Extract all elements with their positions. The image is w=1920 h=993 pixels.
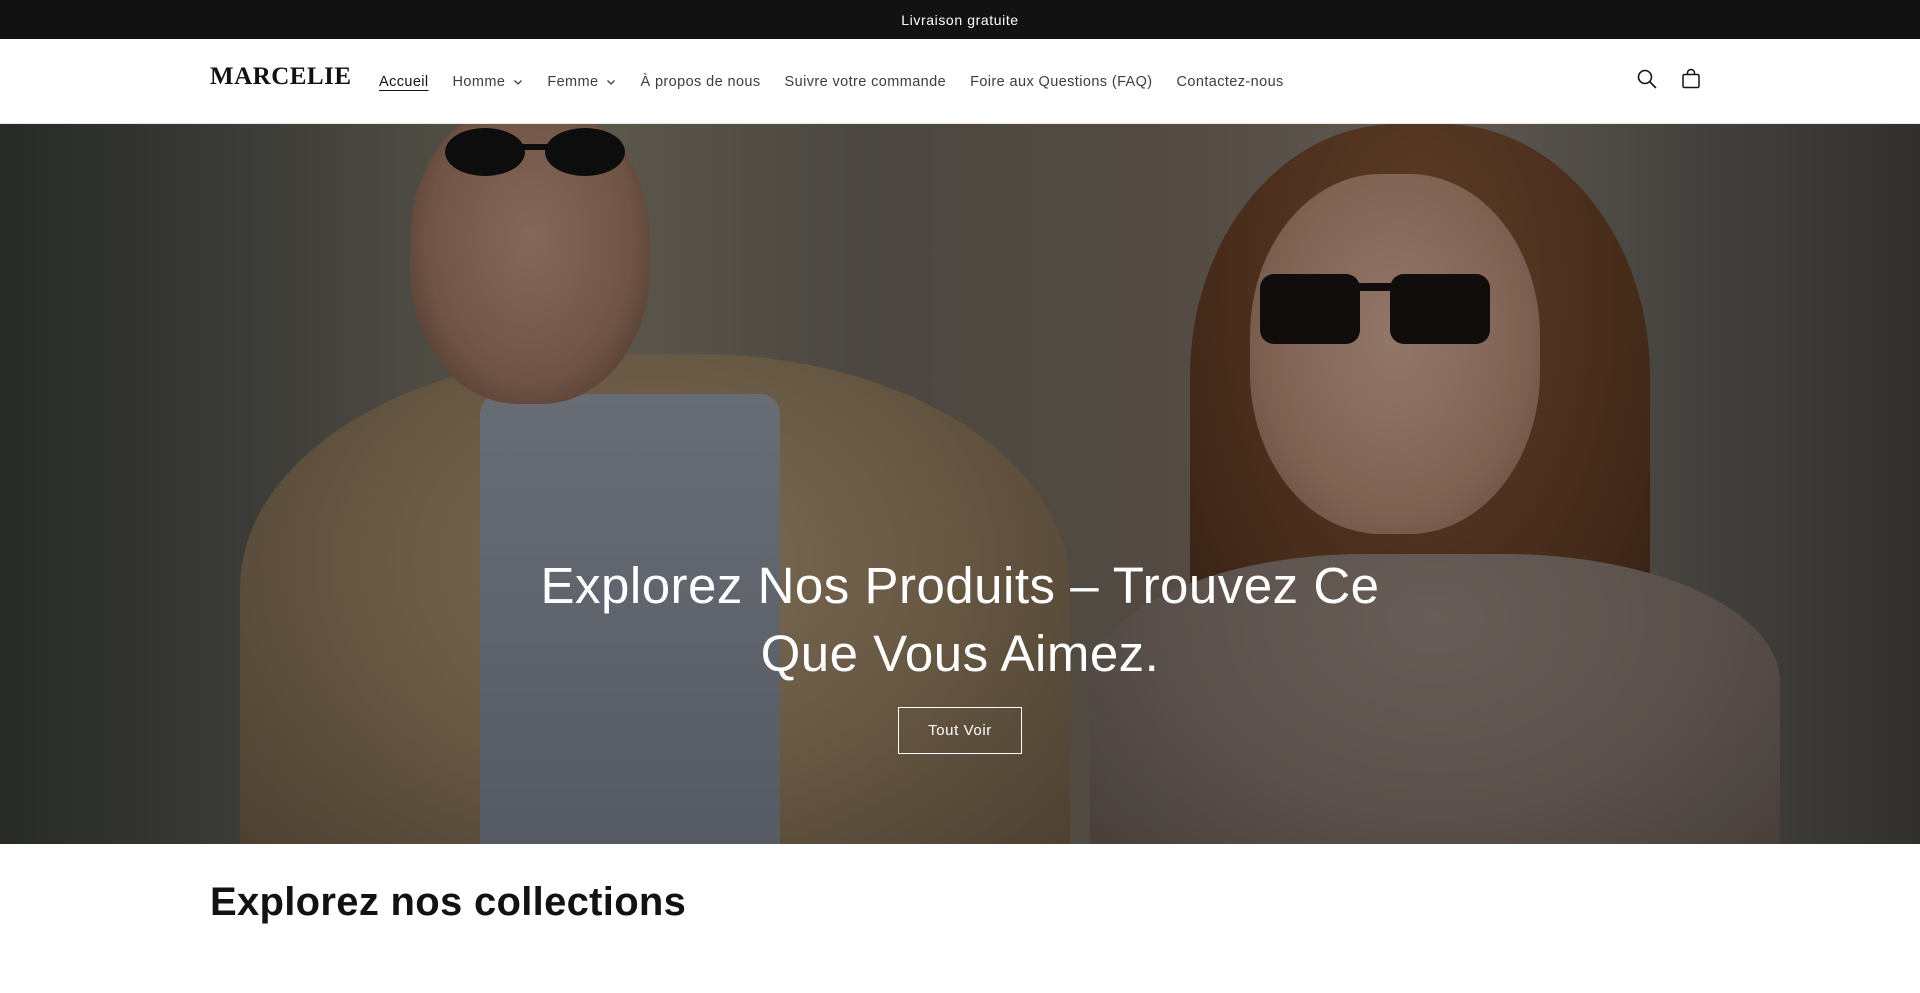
- nav-item-label: À propos de nous: [640, 73, 761, 90]
- nav-item-suivre-commande[interactable]: Suivre votre commande: [773, 74, 959, 90]
- site-header: MARCELIE Accueil Homme Femme À propos de…: [0, 39, 1920, 124]
- nav-item-accueil[interactable]: Accueil: [367, 74, 441, 90]
- nav-item-label: Suivre votre commande: [784, 73, 947, 90]
- search-icon: [1636, 68, 1658, 95]
- view-all-button[interactable]: Tout Voir: [898, 707, 1022, 754]
- cart-icon: [1680, 68, 1702, 95]
- nav-item-homme[interactable]: Homme: [441, 74, 536, 90]
- chevron-down-icon: [606, 77, 616, 87]
- cart-button[interactable]: [1669, 60, 1713, 104]
- nav-item-label: Contactez-nous: [1176, 73, 1284, 90]
- hero-banner: Explorez Nos Produits – Trouvez Ce Que V…: [0, 124, 1920, 844]
- nav-item-label: Homme: [452, 73, 506, 90]
- nav-item-faq[interactable]: Foire aux Questions (FAQ): [958, 74, 1164, 90]
- hero-content: Explorez Nos Produits – Trouvez Ce Que V…: [0, 124, 1920, 844]
- site-logo[interactable]: MARCELIE: [210, 63, 352, 91]
- nav-item-label: Foire aux Questions (FAQ): [970, 73, 1153, 90]
- nav-item-a-propos[interactable]: À propos de nous: [628, 74, 772, 90]
- announcement-text: Livraison gratuite: [901, 11, 1019, 28]
- main-nav: Accueil Homme Femme À propos de nous Sui…: [367, 39, 1296, 124]
- collections-heading: Explorez nos collections: [210, 880, 687, 924]
- nav-item-contact[interactable]: Contactez-nous: [1165, 74, 1296, 90]
- nav-item-label: Accueil: [379, 73, 429, 90]
- hero-title: Explorez Nos Produits – Trouvez Ce Que V…: [540, 557, 1380, 682]
- announcement-bar: Livraison gratuite: [0, 0, 1920, 39]
- search-button[interactable]: [1625, 60, 1669, 104]
- chevron-down-icon: [513, 77, 523, 87]
- nav-item-label: Femme: [547, 73, 599, 90]
- header-icons: [1625, 39, 1713, 124]
- nav-item-femme[interactable]: Femme: [535, 74, 628, 90]
